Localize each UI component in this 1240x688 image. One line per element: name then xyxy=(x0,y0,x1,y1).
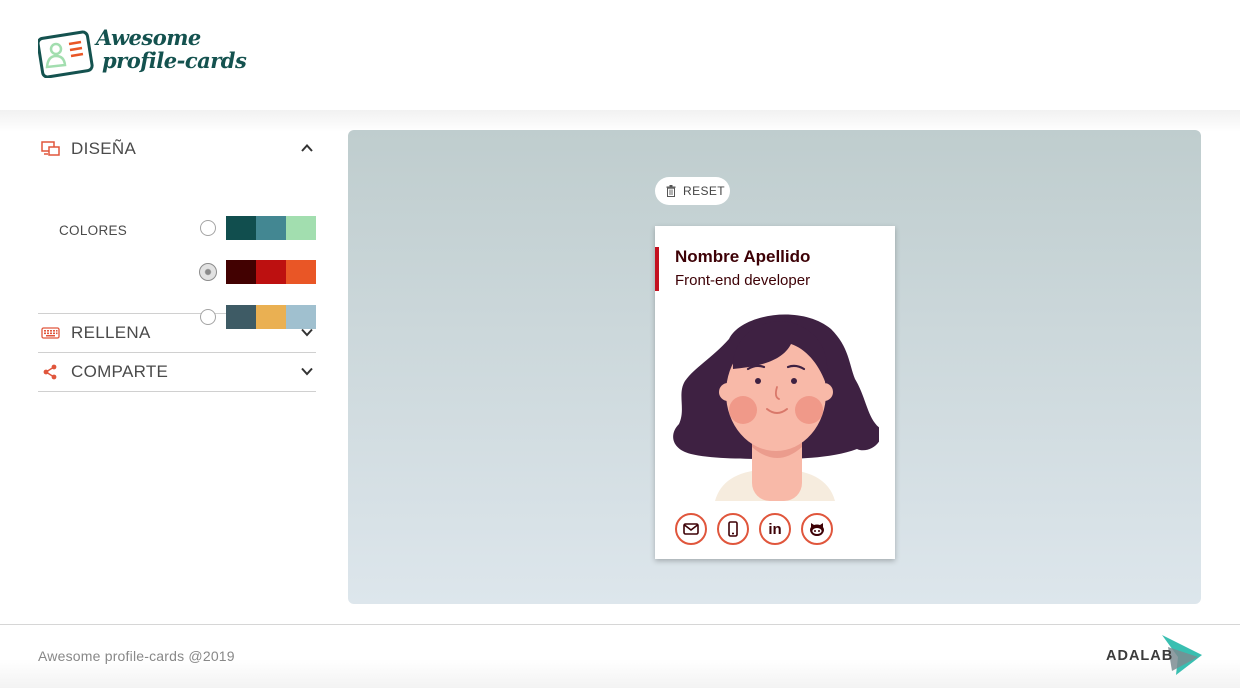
swatch xyxy=(256,260,286,284)
copyright-text: Awesome profile-cards @2019 xyxy=(38,648,235,664)
colors-label: COLORES xyxy=(59,223,128,238)
palette-swatches-1[interactable] xyxy=(226,216,316,240)
design-panel: COLORES xyxy=(38,168,316,329)
github-icon xyxy=(810,522,824,536)
divider xyxy=(38,391,316,392)
logo-line-1: Awesome xyxy=(96,25,201,50)
section-design-header[interactable]: DISEÑA xyxy=(38,130,316,168)
swatch xyxy=(226,216,256,240)
palette-swatches-2[interactable] xyxy=(226,260,316,284)
linkedin-icon: in xyxy=(768,520,782,538)
linkedin-button[interactable]: in xyxy=(759,513,791,545)
card-accent-bar xyxy=(655,247,659,291)
share-icon xyxy=(40,363,60,381)
card-name: Nombre Apellido xyxy=(675,247,811,266)
adalab-logo[interactable]: ADALAB xyxy=(1106,635,1202,675)
email-icon xyxy=(683,523,699,535)
editor-sidebar: DISEÑA COLORES RELLENA COMPARTE xyxy=(38,130,316,392)
section-fill-label: RELLENA xyxy=(71,323,151,342)
section-fill-header[interactable]: RELLENA xyxy=(38,314,316,352)
chevron-down-icon[interactable] xyxy=(300,325,314,339)
app-footer: Awesome profile-cards @2019 ADALAB xyxy=(0,625,1240,688)
phone-icon xyxy=(728,521,738,537)
chevron-down-icon[interactable] xyxy=(300,364,314,378)
swatch xyxy=(226,260,256,284)
reset-button[interactable]: RESET xyxy=(655,177,730,205)
app-logo-text: Awesome profile-cards xyxy=(96,25,247,73)
keyboard-icon xyxy=(40,324,60,342)
card-preview-area: RESET Nombre Apellido Front-end develope… xyxy=(348,130,1201,604)
id-card-icon xyxy=(38,30,94,78)
palette-radio-1[interactable] xyxy=(200,220,216,236)
profile-card: Nombre Apellido Front-end developer in xyxy=(655,226,895,559)
palette-option-2[interactable] xyxy=(199,260,316,284)
phone-button[interactable] xyxy=(717,513,749,545)
section-design-label: DISEÑA xyxy=(71,139,137,158)
palette-option-1[interactable] xyxy=(200,216,316,240)
github-button[interactable] xyxy=(801,513,833,545)
adalab-brand: ADALAB xyxy=(1106,648,1174,664)
palette-radio-2[interactable] xyxy=(199,263,217,281)
reset-label: RESET xyxy=(683,184,726,198)
section-share-header[interactable]: COMPARTE xyxy=(38,353,316,391)
design-icon xyxy=(40,140,60,158)
header-shadow xyxy=(0,110,1240,132)
logo-line-2: profile-cards xyxy=(102,48,247,73)
email-button[interactable] xyxy=(675,513,707,545)
trash-icon xyxy=(666,185,676,197)
chevron-up-icon[interactable] xyxy=(300,141,314,155)
swatch xyxy=(286,260,316,284)
app-logo[interactable]: Awesome profile-cards xyxy=(38,26,248,80)
card-job: Front-end developer xyxy=(675,272,811,289)
section-share-label: COMPARTE xyxy=(71,362,169,381)
swatch xyxy=(256,216,286,240)
swatch xyxy=(286,216,316,240)
app-header: Awesome profile-cards xyxy=(0,0,1240,110)
avatar xyxy=(673,314,879,501)
